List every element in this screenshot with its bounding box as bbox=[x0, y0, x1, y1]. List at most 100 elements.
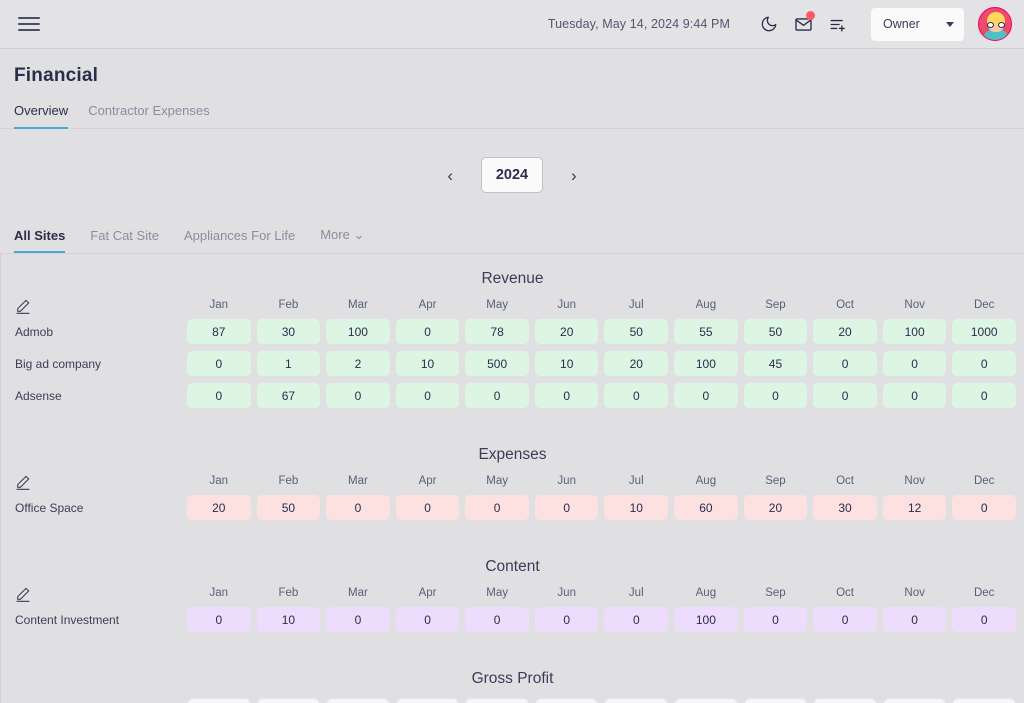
data-cell[interactable]: 0 bbox=[743, 383, 808, 408]
data-cell[interactable]: 0 bbox=[813, 351, 877, 376]
data-cell[interactable]: 0 bbox=[395, 495, 460, 520]
data-cell[interactable]: 102 bbox=[326, 698, 390, 703]
data-cell[interactable]: 0 bbox=[674, 383, 738, 408]
data-cell[interactable]: 0 bbox=[187, 383, 251, 408]
data-cell[interactable]: 0 bbox=[395, 607, 460, 632]
data-cell[interactable]: 20 bbox=[534, 319, 599, 344]
data-cell[interactable]: 100 bbox=[674, 351, 738, 376]
tab-overview[interactable]: Overview bbox=[14, 103, 69, 129]
data-cell[interactable]: -5 bbox=[674, 698, 738, 703]
data-cell[interactable]: 0 bbox=[952, 607, 1016, 632]
data-cell[interactable]: 67 bbox=[187, 698, 251, 703]
data-cell[interactable]: 67 bbox=[256, 383, 321, 408]
data-cell[interactable]: 0 bbox=[187, 607, 251, 632]
column-header-feb: Feb bbox=[278, 475, 299, 487]
data-cell[interactable]: 100 bbox=[674, 607, 738, 632]
data-cell[interactable]: 1 bbox=[256, 351, 321, 376]
data-cell[interactable]: 38 bbox=[256, 698, 321, 703]
data-cell[interactable]: 55 bbox=[674, 319, 738, 344]
data-cell[interactable]: 0 bbox=[326, 495, 390, 520]
data-cell[interactable]: 20 bbox=[604, 351, 669, 376]
data-cell[interactable]: 0 bbox=[952, 495, 1016, 520]
data-cell[interactable]: 10 bbox=[256, 607, 321, 632]
data-cell[interactable]: 0 bbox=[604, 607, 669, 632]
site-tab-more[interactable]: More ⌄ bbox=[320, 227, 364, 253]
data-cell[interactable]: 0 bbox=[395, 319, 460, 344]
data-cell[interactable]: 0 bbox=[465, 383, 529, 408]
site-tab-fat-cat-site[interactable]: Fat Cat Site bbox=[90, 228, 159, 253]
data-cell[interactable]: 20 bbox=[813, 319, 877, 344]
column-header-dec: Dec bbox=[973, 299, 995, 311]
pencil-icon[interactable] bbox=[1, 586, 181, 607]
site-tab-appliances-for-life[interactable]: Appliances For Life bbox=[184, 228, 295, 253]
site-tabs: All Sites Fat Cat Site Appliances For Li… bbox=[0, 193, 1024, 253]
data-cell[interactable]: 0 bbox=[952, 351, 1016, 376]
column-header-may: May bbox=[486, 299, 508, 311]
data-cell[interactable]: 0 bbox=[187, 351, 251, 376]
data-cell[interactable]: -10 bbox=[813, 698, 877, 703]
role-dropdown-value: Owner bbox=[883, 17, 920, 31]
data-cell[interactable]: 75 bbox=[743, 698, 808, 703]
column-header-oct: Oct bbox=[836, 587, 854, 599]
data-cell[interactable]: 0 bbox=[882, 607, 947, 632]
section-gross-profit: Gross ProfitGross Profit6738102105783060… bbox=[1, 654, 1024, 703]
next-year-button[interactable]: › bbox=[561, 163, 587, 188]
data-cell[interactable]: 30 bbox=[534, 698, 599, 703]
data-cell[interactable]: 0 bbox=[534, 495, 599, 520]
previous-year-button[interactable]: ‹ bbox=[437, 163, 463, 188]
column-header-jun: Jun bbox=[557, 475, 576, 487]
data-cell[interactable]: 1000 bbox=[952, 319, 1016, 344]
data-cell[interactable]: 20 bbox=[187, 495, 251, 520]
data-cell[interactable]: 50 bbox=[743, 319, 808, 344]
data-cell[interactable]: 0 bbox=[604, 383, 669, 408]
pencil-icon[interactable] bbox=[1, 474, 181, 495]
envelope-icon[interactable] bbox=[786, 7, 820, 41]
data-cell[interactable]: 12 bbox=[882, 495, 947, 520]
data-cell[interactable]: 10 bbox=[534, 351, 599, 376]
data-cell[interactable]: 0 bbox=[465, 495, 529, 520]
pencil-glyph bbox=[16, 587, 30, 602]
data-cell[interactable]: 88 bbox=[882, 698, 947, 703]
column-header-jan: Jan bbox=[209, 299, 229, 311]
data-cell[interactable]: 1000 bbox=[952, 698, 1016, 703]
data-cell[interactable]: 20 bbox=[743, 495, 808, 520]
data-cell[interactable]: 2 bbox=[326, 351, 390, 376]
data-cell[interactable]: 30 bbox=[813, 495, 877, 520]
data-cell[interactable]: 0 bbox=[395, 383, 460, 408]
data-cell[interactable]: 10 bbox=[395, 351, 460, 376]
data-cell[interactable]: 78 bbox=[465, 319, 529, 344]
data-cell[interactable]: 0 bbox=[534, 383, 599, 408]
data-cell[interactable]: 578 bbox=[465, 698, 529, 703]
data-cell[interactable]: 60 bbox=[674, 495, 738, 520]
list-add-icon[interactable] bbox=[820, 7, 854, 41]
data-cell[interactable]: 50 bbox=[256, 495, 321, 520]
data-cell[interactable]: 60 bbox=[604, 698, 669, 703]
avatar[interactable] bbox=[978, 7, 1012, 41]
data-cell[interactable]: 0 bbox=[882, 351, 947, 376]
data-cell[interactable]: 10 bbox=[604, 495, 669, 520]
data-cell[interactable]: 100 bbox=[326, 319, 390, 344]
hamburger-icon[interactable] bbox=[18, 13, 40, 35]
data-cell[interactable]: 45 bbox=[743, 351, 808, 376]
pencil-icon[interactable] bbox=[1, 298, 181, 319]
data-cell[interactable]: 0 bbox=[882, 383, 947, 408]
data-cell[interactable]: 30 bbox=[256, 319, 321, 344]
data-cell[interactable]: 0 bbox=[743, 607, 808, 632]
data-cell[interactable]: 0 bbox=[534, 607, 599, 632]
data-cell[interactable]: 0 bbox=[465, 607, 529, 632]
data-cell[interactable]: 100 bbox=[882, 319, 947, 344]
data-cell[interactable]: 87 bbox=[187, 319, 251, 344]
data-cell[interactable]: 0 bbox=[326, 607, 390, 632]
role-dropdown[interactable]: Owner bbox=[870, 6, 965, 42]
data-cell[interactable]: 0 bbox=[813, 383, 877, 408]
data-cell[interactable]: 0 bbox=[326, 383, 390, 408]
year-value[interactable]: 2024 bbox=[481, 157, 543, 193]
data-cell[interactable]: 500 bbox=[465, 351, 529, 376]
data-cell[interactable]: 10 bbox=[395, 698, 460, 703]
moon-icon[interactable] bbox=[752, 7, 786, 41]
site-tab-all-sites[interactable]: All Sites bbox=[14, 228, 66, 253]
data-cell[interactable]: 0 bbox=[952, 383, 1016, 408]
tab-contractor-expenses[interactable]: Contractor Expenses bbox=[88, 103, 209, 129]
data-cell[interactable]: 50 bbox=[604, 319, 669, 344]
data-cell[interactable]: 0 bbox=[813, 607, 877, 632]
